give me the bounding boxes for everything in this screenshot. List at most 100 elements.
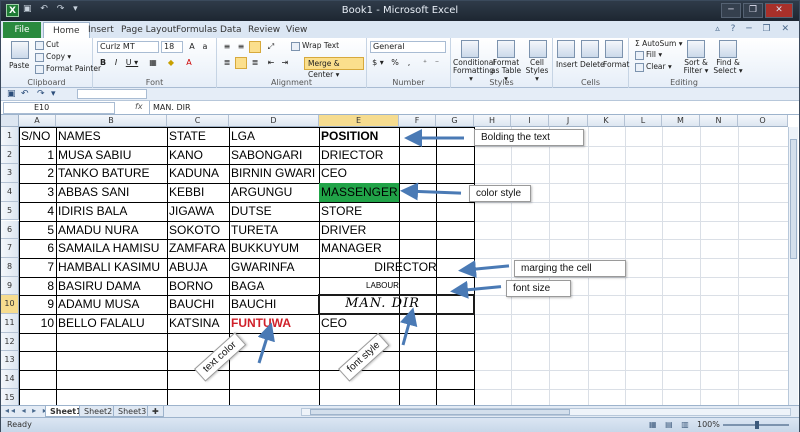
restore-button[interactable]: ❐ — [743, 3, 763, 18]
table-cell[interactable]: DUTSE — [229, 202, 319, 221]
table-cell[interactable]: HAMBALI KASIMU — [56, 258, 167, 277]
red-text-cell[interactable]: FUNTUWA — [229, 314, 319, 333]
table-cell[interactable]: 9 — [19, 295, 56, 314]
percent-button[interactable]: % — [389, 57, 401, 69]
table-cell[interactable]: ADAMU MUSA — [56, 295, 167, 314]
column-header[interactable]: I — [511, 115, 549, 127]
customize-qat-icon[interactable]: ▾ — [51, 89, 56, 99]
header-cell[interactable]: POSITION — [319, 127, 399, 146]
new-sheet-icon[interactable]: ✚ — [147, 406, 164, 417]
header-cell[interactable]: LGA — [229, 127, 319, 146]
format-cells-icon[interactable] — [605, 40, 623, 58]
vertical-scrollbar[interactable] — [788, 127, 798, 405]
table-cell[interactable]: SOKOTO — [167, 221, 229, 240]
table-cell[interactable]: ARGUNGU — [229, 183, 319, 202]
table-cell[interactable]: 3 — [19, 183, 56, 202]
table-cell[interactable]: ABUJA — [167, 258, 229, 277]
column-header[interactable]: H — [474, 115, 511, 127]
binoculars-icon[interactable] — [719, 40, 737, 58]
table-cell[interactable]: 7 — [19, 258, 56, 277]
font-size-select[interactable]: 18 — [161, 41, 183, 53]
row-header[interactable]: 4 — [1, 183, 19, 202]
row-header[interactable]: 10 — [1, 295, 19, 314]
worksheet-grid[interactable]: A B C D E F G H I J K L M N O 1 2 3 4 5 6 7 8 9 10 11 12 13 14 15 S/NO… — [1, 115, 799, 405]
qat-input[interactable] — [77, 89, 147, 99]
column-header[interactable]: G — [436, 115, 474, 127]
row-header[interactable]: 8 — [1, 257, 19, 277]
help-icons[interactable]: ▵ ? ─ ❐ ✕ — [715, 24, 793, 34]
merged-cell-director[interactable]: DIRECTOR — [319, 258, 474, 277]
close-button[interactable]: ✕ — [765, 3, 793, 18]
paste-button[interactable]: Paste — [9, 61, 29, 70]
table-cell[interactable]: TURETA — [229, 221, 319, 240]
table-cell[interactable]: 6 — [19, 239, 56, 258]
delete-button[interactable]: Delete — [580, 60, 605, 69]
fill-color-icon[interactable]: ◆ — [165, 57, 177, 69]
align-left-icon[interactable]: ≣ — [221, 57, 233, 69]
sheet-tab-sheet3[interactable]: Sheet3 — [113, 406, 152, 417]
table-cell[interactable]: CEO — [319, 314, 399, 333]
tab-file[interactable]: File — [3, 22, 41, 38]
row-header[interactable]: 12 — [1, 332, 19, 352]
table-cell[interactable]: BIRNIN GWARI — [229, 164, 319, 183]
table-cell[interactable]: 2 — [19, 164, 56, 183]
table-cell[interactable]: 8 — [19, 277, 56, 296]
orientation-icon[interactable]: ⤢ — [265, 41, 277, 53]
column-header[interactable]: M — [662, 115, 700, 127]
wrap-text-button[interactable]: Wrap Text — [291, 41, 339, 51]
comma-button[interactable]: , — [403, 57, 415, 69]
table-cell[interactable]: KATSINA — [167, 314, 229, 333]
row-header[interactable]: 9 — [1, 276, 19, 296]
align-center-icon[interactable] — [235, 57, 247, 69]
green-filled-cell[interactable]: MASSENGER — [319, 183, 399, 202]
column-header[interactable]: O — [738, 115, 788, 127]
increase-decimal-icon[interactable]: ⁺ — [419, 57, 431, 69]
cell-styles-icon[interactable] — [529, 40, 547, 58]
currency-button[interactable]: $ ▾ — [370, 57, 386, 69]
indent-icon[interactable]: ⇤ — [265, 57, 277, 69]
name-box[interactable]: E10 — [3, 102, 115, 114]
table-cell[interactable]: DRIVER — [319, 221, 399, 240]
sheet-tab-sheet2[interactable]: Sheet2 — [79, 406, 118, 417]
table-cell[interactable]: BASIRU DAMA — [56, 277, 167, 296]
align-middle-icon[interactable]: ≡ — [235, 41, 247, 53]
format-button[interactable]: Format — [603, 60, 629, 69]
table-cell[interactable]: SABONGARI — [229, 146, 319, 165]
header-cell[interactable]: STATE — [167, 127, 229, 146]
copy-button[interactable]: Copy ▾ — [35, 52, 71, 62]
small-font-cell[interactable]: LABOUR — [319, 277, 474, 296]
row-header[interactable]: 3 — [1, 164, 19, 184]
column-header[interactable]: K — [588, 115, 625, 127]
column-header[interactable]: L — [625, 115, 662, 127]
format-painter-button[interactable]: Format Painter — [35, 64, 101, 74]
vertical-scroll-thumb[interactable] — [790, 139, 797, 259]
table-cell[interactable]: 4 — [19, 202, 56, 221]
column-header[interactable]: D — [229, 115, 319, 127]
table-cell[interactable]: KANO — [167, 146, 229, 165]
row-header[interactable]: 7 — [1, 239, 19, 258]
align-top-icon[interactable]: ≡ — [221, 41, 233, 53]
view-buttons[interactable]: ▦ ▤ ▥ — [649, 420, 692, 429]
merge-center-button[interactable]: Merge & Center ▾ — [304, 57, 364, 79]
row-header[interactable]: 14 — [1, 370, 19, 389]
save-icon[interactable]: ▣ — [7, 89, 16, 99]
sort-filter-button[interactable]: Sort & Filter ▾ — [679, 59, 713, 75]
horizontal-scroll-thumb[interactable] — [310, 409, 570, 415]
find-select-button[interactable]: Find & Select ▾ — [713, 59, 743, 75]
conditional-formatting-icon[interactable] — [461, 40, 479, 58]
column-header[interactable]: E — [319, 115, 399, 127]
font-color-icon[interactable]: A — [183, 57, 195, 69]
row-header[interactable]: 13 — [1, 351, 19, 371]
italic-button[interactable]: I — [110, 57, 122, 69]
select-all-corner[interactable] — [1, 115, 19, 127]
fill-button[interactable]: Fill ▾ — [635, 50, 662, 60]
table-cell[interactable]: DRIECTOR — [319, 146, 399, 165]
table-cell[interactable]: GWARINFA — [229, 258, 319, 277]
number-format-select[interactable]: General — [370, 41, 446, 53]
column-header[interactable]: F — [399, 115, 436, 127]
horizontal-scrollbar[interactable] — [301, 408, 791, 416]
insert-cells-icon[interactable] — [557, 40, 575, 58]
row-header[interactable]: 6 — [1, 220, 19, 240]
header-cell[interactable]: S/NO — [19, 127, 56, 146]
outdent-icon[interactable]: ⇥ — [279, 57, 291, 69]
